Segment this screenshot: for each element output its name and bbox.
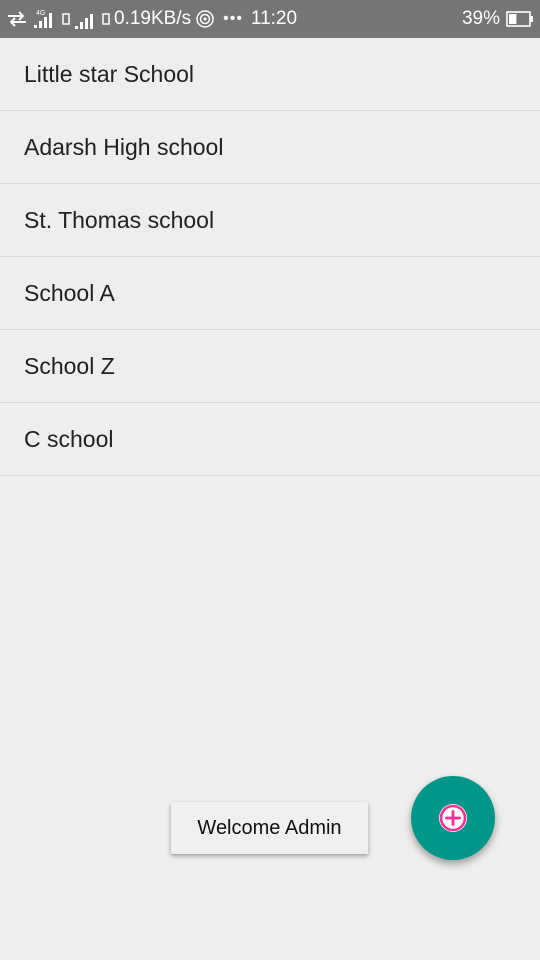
sim-icon: [62, 13, 70, 25]
add-school-button[interactable]: [411, 776, 495, 860]
network-type-label: 4G: [36, 10, 45, 17]
cellular-signal-icon: 4G: [32, 8, 58, 30]
school-item[interactable]: C school: [0, 403, 540, 476]
status-bar-left: 4G 0.19KB/s ••• 11:20: [6, 0, 297, 38]
sim-2-icon: [102, 13, 110, 25]
school-item[interactable]: St. Thomas school: [0, 184, 540, 257]
toast-message: Welcome Admin: [171, 802, 368, 854]
hotspot-icon: [195, 9, 215, 29]
school-item[interactable]: School Z: [0, 330, 540, 403]
battery-percent: 39%: [461, 8, 500, 29]
school-item[interactable]: Adarsh High school: [0, 111, 540, 184]
add-circle-icon: [437, 802, 469, 834]
school-item[interactable]: School A: [0, 257, 540, 330]
status-bar: 4G 0.19KB/s ••• 11:20 39%: [0, 0, 540, 38]
clock: 11:20: [250, 8, 298, 29]
battery-fill: [509, 14, 517, 24]
school-item[interactable]: Little star School: [0, 38, 540, 111]
network-speed: 0.19KB/s: [114, 8, 192, 29]
data-transfer-icon: [6, 9, 28, 29]
school-list: Little star School Adarsh High school St…: [0, 38, 540, 476]
battery-icon: [506, 11, 534, 27]
status-bar-right: 39%: [462, 0, 534, 38]
cellular-signal-2-icon: [74, 9, 98, 29]
more-notifications-icon: •••: [223, 10, 243, 27]
